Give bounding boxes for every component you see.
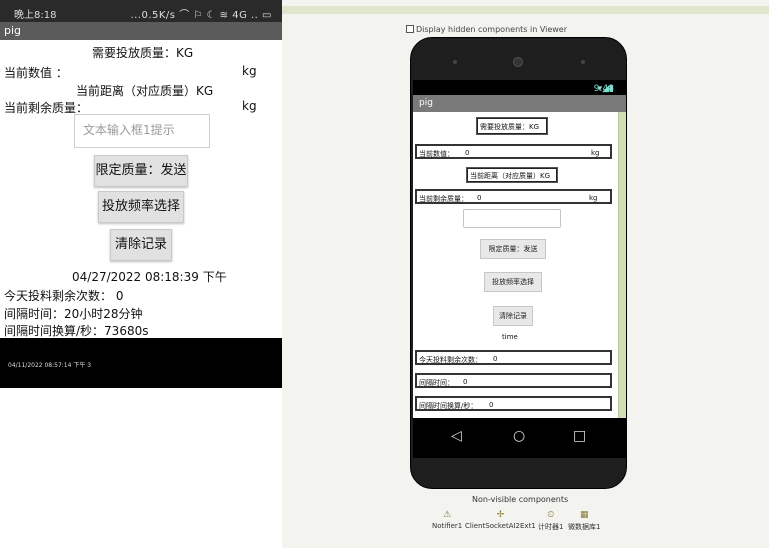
- time-label[interactable]: time: [502, 333, 518, 341]
- viewer-nav-bar: ◁ ○ □: [413, 418, 626, 458]
- interval-sec-value: 0: [489, 401, 494, 409]
- viewer-phone-frame: ▾◢▮ 9:48 pig 需要投放质量：KG 当前数值： 0 kg 当前距离（对…: [410, 37, 627, 489]
- viewer-screen: ▾◢▮ 9:48 pig 需要投放质量：KG 当前数值： 0 kg 当前距离（对…: [413, 80, 626, 456]
- required-mass-label: 需要投放质量：KG: [92, 46, 194, 60]
- remaining-mass-unit: kg: [242, 99, 257, 113]
- status-bar: 晚上8:18 ...0.5K/s ⌒ ⚐ ☾ ≋ 4G .. ▭: [0, 0, 282, 22]
- viewer-scrollbar[interactable]: [618, 112, 626, 456]
- designer-panel: Display hidden components in Viewer ▾◢▮ …: [282, 0, 769, 548]
- mass-input[interactable]: 文本输入框1提示: [74, 114, 210, 148]
- viewer-app-title: pig: [419, 98, 433, 108]
- required-mass-label[interactable]: 需要投放质量：KG: [476, 117, 548, 135]
- interval-value: 0: [463, 378, 468, 386]
- distance-label: 当前距离（对应质量）KG: [76, 84, 214, 98]
- remaining-times-value: 0: [493, 355, 498, 363]
- viewer-title-bar: pig: [413, 95, 626, 112]
- remaining-mass-label: 当前剩余质量：: [419, 195, 468, 203]
- device-screenshot: 晚上8:18 ...0.5K/s ⌒ ⚐ ☾ ≋ 4G .. ▭ pig 需要投…: [0, 0, 282, 548]
- display-hidden-checkbox[interactable]: [406, 25, 414, 33]
- designer-toolbar-strip: [282, 6, 769, 14]
- clear-records-button[interactable]: 清除记录: [110, 229, 172, 261]
- datetime-label: 04/27/2022 08:18:39 下午: [72, 270, 227, 284]
- interval-sec-row[interactable]: 间隔时间换算/秒： 0: [415, 396, 612, 411]
- remaining-times-label: 今天投料剩余次数：: [419, 356, 482, 364]
- home-icon: ○: [513, 428, 526, 444]
- current-value-label: 当前数值 ：: [4, 66, 68, 80]
- remaining-mass-unit: kg: [589, 194, 598, 202]
- notification-text: 04/11/2022 08:57:14 下午 3: [8, 362, 92, 369]
- distance-label[interactable]: 当前距离（对应质量）KG: [466, 167, 558, 183]
- current-value: 0: [465, 149, 470, 157]
- status-time: 晚上8:18: [14, 10, 57, 21]
- tinydb-label: 微数据库1: [568, 523, 601, 531]
- frequency-select-button[interactable]: 投放频率选择: [98, 191, 184, 223]
- notification-area: 04/11/2022 08:57:14 下午 3: [0, 338, 282, 388]
- required-mass-text: 需要投放质量：KG: [480, 123, 540, 131]
- clear-records-button[interactable]: 清除记录: [493, 306, 533, 326]
- send-mass-button[interactable]: 限定质量：发送: [94, 155, 188, 187]
- interval-row[interactable]: 间隔时间： 0: [415, 373, 612, 388]
- nonvisible-components-title: Non-visible components: [472, 495, 569, 504]
- interval-time-label: 间隔时间：20小时28分钟: [4, 307, 143, 321]
- remaining-times-label: 今天投料剩余次数： 0: [4, 289, 124, 303]
- extension-icon: ✢: [496, 510, 505, 520]
- nonvisible-timer[interactable]: ⏲ 计时器1: [538, 510, 563, 532]
- remaining-mass-row[interactable]: 当前剩余质量： 0 kg: [415, 189, 612, 204]
- recent-apps-icon: □: [573, 428, 587, 444]
- frequency-select-button[interactable]: 投放频率选择: [484, 272, 542, 292]
- distance-text: 当前距离（对应质量）KG: [470, 172, 551, 180]
- current-value-label: 当前数值：: [419, 150, 454, 158]
- phone-sensor: [581, 60, 585, 64]
- nonvisible-tinydb[interactable]: ▦ 微数据库1: [568, 510, 600, 532]
- mass-input-hint: 文本输入框1提示: [83, 123, 175, 137]
- notifier-label: Notifier1: [432, 522, 463, 530]
- remaining-times-row[interactable]: 今天投料剩余次数： 0: [415, 350, 612, 365]
- mass-input[interactable]: [463, 209, 561, 228]
- app-title: pig: [4, 24, 22, 37]
- phone-camera: [513, 57, 523, 67]
- nonvisible-notifier[interactable]: ⚠ Notifier1: [432, 510, 462, 530]
- display-hidden-components-option[interactable]: Display hidden components in Viewer: [406, 25, 567, 34]
- timer-label: 计时器1: [538, 523, 564, 531]
- app-title-bar: pig: [0, 22, 282, 40]
- clock-icon: ⏲: [547, 510, 555, 520]
- remaining-mass-value: 0: [477, 194, 482, 202]
- send-mass-button[interactable]: 限定质量：发送: [480, 239, 546, 259]
- clientsocket-label: ClientSocketAI2Ext1: [465, 522, 536, 530]
- current-value-unit: kg: [591, 149, 600, 157]
- interval-seconds-label: 间隔时间换算/秒：73680s: [4, 324, 149, 338]
- viewer-clock: 9:48: [593, 84, 614, 94]
- back-icon: ◁: [451, 428, 462, 444]
- interval-label: 间隔时间：: [419, 379, 454, 387]
- display-hidden-label: Display hidden components in Viewer: [416, 25, 568, 34]
- current-value-row[interactable]: 当前数值： 0 kg: [415, 144, 612, 159]
- interval-sec-label: 间隔时间换算/秒：: [419, 402, 478, 410]
- status-indicators: ...0.5K/s ⌒ ⚐ ☾ ≋ 4G .. ▭: [130, 10, 272, 21]
- nonvisible-clientsocket[interactable]: ✢ ClientSocketAI2Ext1: [465, 510, 536, 530]
- viewer-status-bar: ▾◢▮ 9:48: [413, 80, 626, 95]
- phone-speaker: [453, 60, 457, 64]
- current-value-unit: kg: [242, 64, 257, 78]
- notifier-icon: ⚠: [443, 510, 452, 520]
- database-icon: ▦: [579, 510, 589, 520]
